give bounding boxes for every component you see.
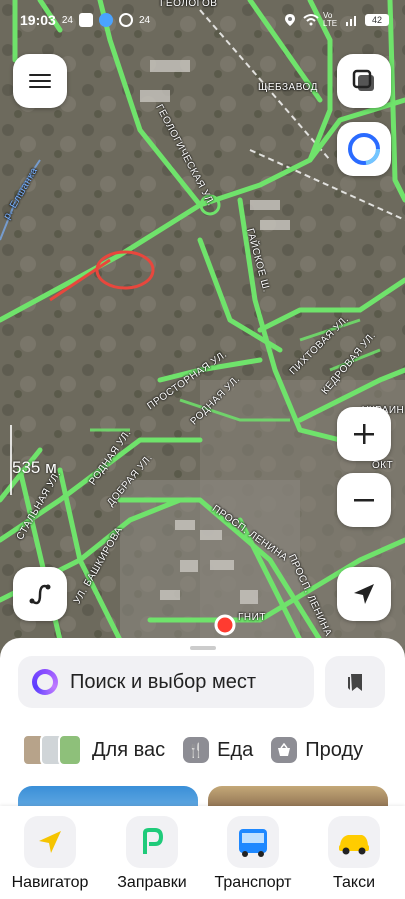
layers-button[interactable] bbox=[337, 54, 391, 108]
nav-label: Навигатор bbox=[11, 874, 89, 891]
nav-label: Такси bbox=[332, 874, 376, 891]
category-label: Еда bbox=[217, 738, 254, 761]
map-label-shchebzavod: ЩЕБЗАВОД bbox=[258, 82, 318, 93]
my-location-button[interactable] bbox=[337, 567, 391, 621]
navigator-icon bbox=[39, 831, 61, 853]
category-for-you[interactable]: Для вас bbox=[22, 734, 165, 766]
nav-navigator[interactable]: Навигатор bbox=[5, 816, 95, 892]
badge-count: 24 bbox=[138, 14, 151, 26]
nav-label: Заправки bbox=[117, 874, 187, 891]
battery-icon: 42 bbox=[365, 14, 389, 26]
basket-icon bbox=[271, 737, 298, 763]
bus-icon bbox=[239, 829, 267, 857]
category-label: Для вас bbox=[92, 738, 166, 761]
category-label: Проду bbox=[305, 738, 364, 761]
category-row: Для вас 🍴 Еда Проду bbox=[22, 734, 371, 766]
app-icon bbox=[98, 13, 113, 27]
fork-knife-icon: 🍴 bbox=[183, 737, 210, 763]
web-icon bbox=[78, 13, 93, 27]
location-icon bbox=[283, 13, 297, 27]
layers-icon bbox=[352, 69, 374, 91]
bookmarks-icon bbox=[348, 674, 362, 691]
bottom-navigation: Навигатор Заправки Транспорт Такси bbox=[0, 806, 405, 899]
story-cards[interactable] bbox=[18, 786, 405, 816]
category-food[interactable]: 🍴 Еда bbox=[183, 737, 253, 763]
status-bar: 19:03 24 24 Vo LTE 42 bbox=[0, 0, 405, 40]
menu-button[interactable] bbox=[13, 54, 67, 108]
search-field[interactable]: Поиск и выбор мест bbox=[18, 656, 314, 708]
alice-icon bbox=[348, 133, 380, 165]
navigation-arrow-icon bbox=[354, 584, 374, 604]
map-label-magnit: ГНИТ bbox=[238, 612, 266, 623]
transport-tile bbox=[227, 816, 279, 868]
nav-label: Транспорт bbox=[214, 874, 292, 891]
status-time: 19:03 bbox=[20, 12, 56, 28]
plus-icon bbox=[354, 424, 374, 444]
for-you-avatars bbox=[22, 734, 82, 766]
nav-transport[interactable]: Транспорт bbox=[208, 816, 298, 892]
taxi-tile bbox=[328, 816, 380, 868]
alice-button[interactable] bbox=[337, 122, 391, 176]
sheet-handle[interactable] bbox=[190, 646, 216, 650]
route-icon bbox=[29, 584, 51, 605]
bookmarks-button[interactable] bbox=[325, 656, 385, 708]
fuel-tile bbox=[126, 816, 178, 868]
notification-count: 24 bbox=[61, 14, 73, 26]
search-placeholder: Поиск и выбор мест bbox=[70, 670, 256, 693]
navigator-tile bbox=[24, 816, 76, 868]
route-button[interactable] bbox=[13, 567, 67, 621]
nav-fuel[interactable]: Заправки bbox=[107, 816, 197, 892]
scale-label: 535 м bbox=[12, 458, 57, 477]
fuel-icon bbox=[143, 828, 164, 854]
target-icon bbox=[118, 13, 133, 27]
signal-icon bbox=[345, 13, 359, 27]
taxi-icon bbox=[339, 835, 369, 855]
zoom-in-button[interactable] bbox=[337, 407, 391, 461]
category-products[interactable]: Проду bbox=[271, 737, 363, 763]
menu-icon bbox=[29, 74, 51, 88]
minus-icon bbox=[354, 499, 374, 502]
alice-icon bbox=[32, 669, 58, 695]
nav-taxi[interactable]: Такси bbox=[309, 816, 399, 892]
network-label: Vo LTE bbox=[323, 11, 338, 28]
wifi-icon bbox=[303, 13, 319, 27]
map-label-okt: ОКТ bbox=[372, 460, 394, 471]
zoom-out-button[interactable] bbox=[337, 473, 391, 527]
